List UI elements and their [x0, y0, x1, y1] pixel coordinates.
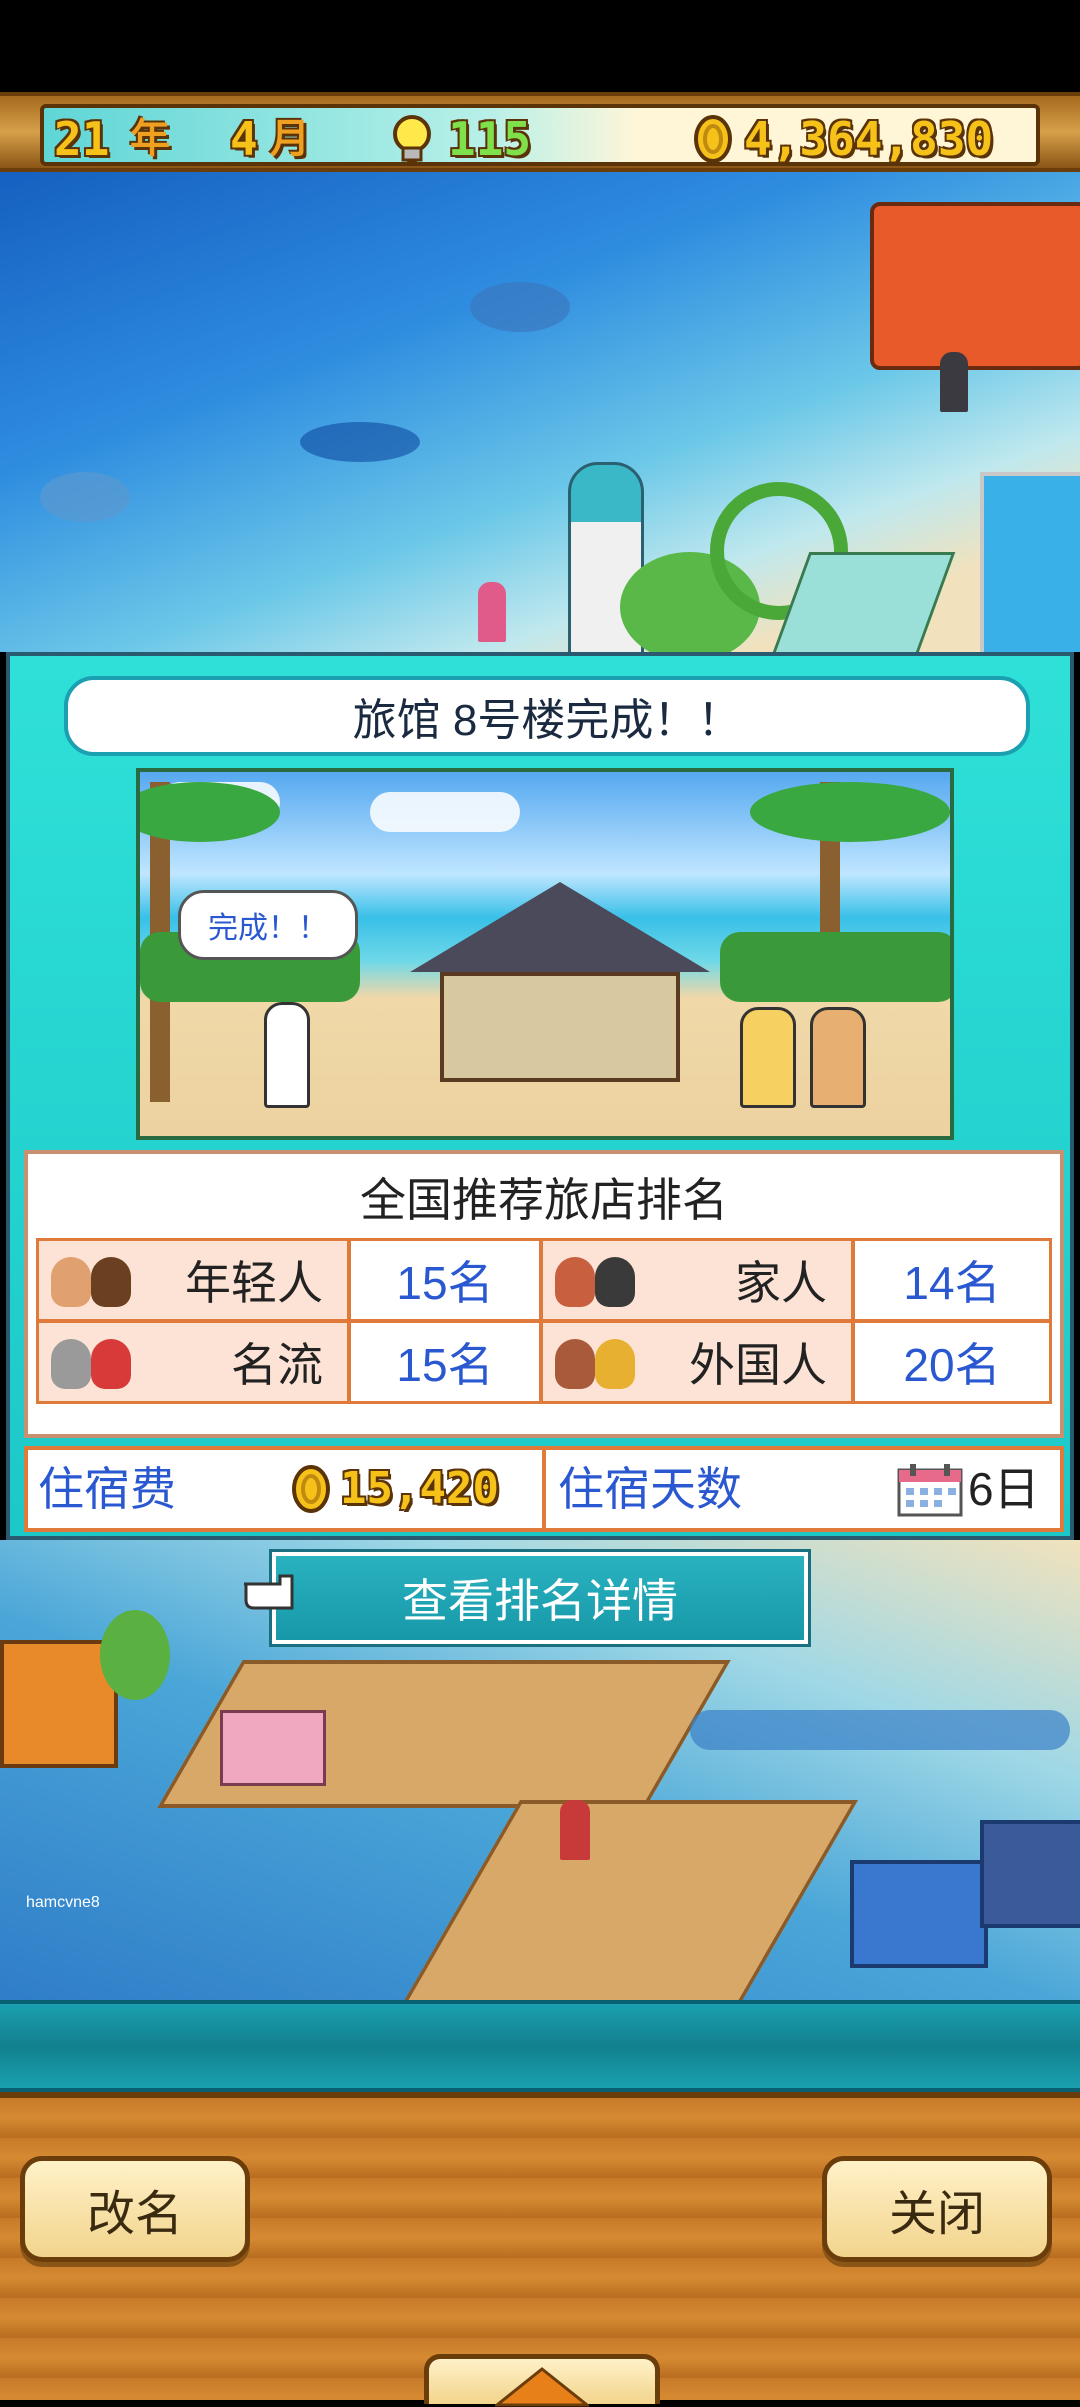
visitor-character	[560, 1800, 590, 1860]
hud-year: 21	[54, 112, 110, 166]
ranking-table: 全国推荐旅店排名 年轻人 15名 家人 14名 名流 15名 外国人 20名	[24, 1150, 1064, 1438]
stay-info-row: 住宿费 15,420 住宿天数 6日	[24, 1446, 1064, 1532]
rank-label-young: 年轻人	[36, 1238, 350, 1322]
palm-leaves	[140, 782, 280, 842]
palm-tree	[100, 1610, 170, 1700]
manta-ray-shadow	[300, 422, 420, 462]
young-people-icon	[51, 1257, 91, 1307]
coin-icon	[292, 1465, 330, 1513]
family-icon	[595, 1257, 635, 1307]
fee-label: 住宿费	[38, 1463, 176, 1515]
blue-roof-house[interactable]	[850, 1860, 988, 1968]
hud-month: 4	[230, 112, 258, 166]
rank-label-foreigner: 外国人	[540, 1320, 854, 1404]
inn-building	[440, 972, 680, 1082]
ice-cream-cart[interactable]	[220, 1710, 326, 1786]
completion-scene-image: 完成！！	[136, 768, 954, 1140]
celebrity-icon	[51, 1339, 91, 1389]
building-complete-dialog: 旅馆 8号楼完成！！ 完成！！ 全国推荐旅店排名 年轻人 15名 家人 14名 …	[6, 652, 1074, 1540]
bottom-teal-bar	[0, 2000, 1080, 2092]
visitor-character	[940, 352, 968, 412]
rank-value-family: 14名	[852, 1238, 1052, 1322]
ranking-title: 全国推荐旅店排名	[360, 1174, 728, 1226]
visitor-character	[478, 582, 506, 642]
pointing-hand-icon	[244, 1574, 294, 1610]
coral	[40, 472, 130, 522]
rank-value-celebrity: 15名	[348, 1320, 542, 1404]
inn-roof	[410, 882, 710, 972]
rank-label-family: 家人	[540, 1238, 854, 1322]
coin-icon	[694, 115, 732, 163]
calendar-icon	[897, 1464, 963, 1517]
rank-value-foreigner: 20名	[852, 1320, 1052, 1404]
young-people-icon	[91, 1257, 131, 1307]
coral-reef	[690, 1710, 1070, 1750]
rename-button[interactable]: 改名	[20, 2156, 250, 2262]
user-watermark: hamcvne8	[26, 1894, 100, 1911]
up-arrow-icon	[495, 2367, 589, 2407]
rock	[470, 282, 570, 332]
guest-character	[740, 1007, 796, 1108]
rank-label-celebrity: 名流	[36, 1320, 350, 1404]
game-world-top[interactable]	[0, 172, 1080, 652]
pool	[980, 472, 1080, 652]
top-hud: 21 年 4 月 115 4,364,830	[0, 92, 1080, 172]
close-button[interactable]: 关闭	[822, 2156, 1052, 2262]
flower-hedge	[720, 932, 950, 1002]
wooden-pier[interactable]	[399, 1800, 859, 2000]
foreigner-icon	[555, 1339, 595, 1389]
fee-value: 15,420	[340, 1463, 499, 1514]
info-divider	[542, 1450, 546, 1528]
hud-panel: 21 年 4 月 115 4,364,830	[40, 104, 1040, 166]
days-value: 6日	[968, 1463, 1040, 1515]
staff-character	[264, 1002, 310, 1108]
hud-month-unit: 月	[270, 116, 310, 162]
family-icon	[555, 1257, 595, 1307]
palm-leaves	[750, 782, 950, 842]
cloud	[370, 792, 520, 832]
rank-value-young: 15名	[348, 1238, 542, 1322]
speech-bubble: 完成！！	[178, 890, 358, 960]
hud-year-unit: 年	[130, 116, 170, 162]
foreigner-icon	[595, 1339, 635, 1389]
view-ranking-details-button[interactable]: 查看排名详情	[269, 1549, 811, 1647]
system-status-bar	[0, 0, 1080, 92]
hud-money: 4,364,830	[744, 112, 994, 166]
blue-roof-house[interactable]	[980, 1820, 1080, 1928]
shop-building[interactable]	[870, 202, 1080, 370]
celebrity-icon	[91, 1339, 131, 1389]
expand-menu-button[interactable]	[424, 2354, 660, 2407]
guest-character	[810, 1007, 866, 1108]
dialog-title: 旅馆 8号楼完成！！	[64, 676, 1030, 756]
lightbulb-icon	[393, 115, 431, 164]
days-label: 住宿天数	[558, 1463, 742, 1515]
hud-ideas: 115	[448, 112, 532, 166]
